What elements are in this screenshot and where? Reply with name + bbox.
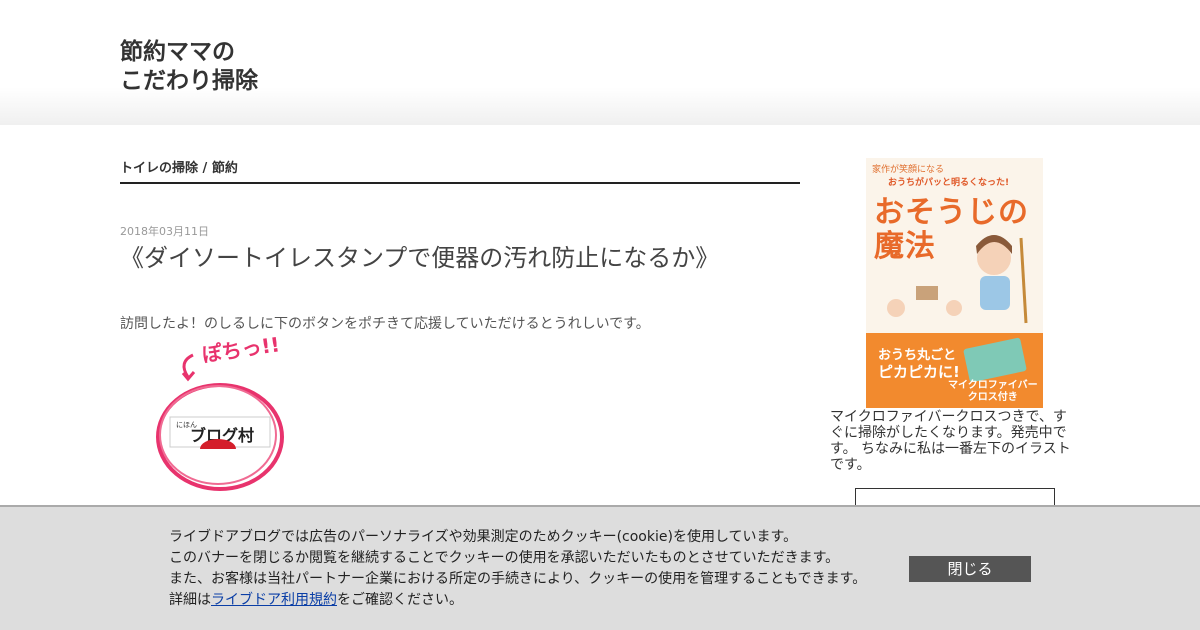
book-cover-bottom: おうち丸ごと ピカピカに! マイクロファイバー クロス付き: [866, 333, 1043, 408]
book-illustration: [887, 235, 1028, 324]
tag-link[interactable]: 節約: [212, 161, 238, 176]
book-bottom-copy: おうち丸ごと ピカピカに!: [878, 348, 960, 381]
breadcrumb-separator: /: [198, 161, 212, 176]
microfiber-cloth-image: [963, 337, 1027, 383]
pochi-text: ぽちっ!!: [200, 337, 281, 367]
cookie-banner: ライブドアブログでは広告のパーソナライズや効果測定のためクッキー(cookie)…: [0, 505, 1200, 630]
breadcrumb: トイレの掃除 / 節約: [120, 157, 238, 176]
cookie-line-1: ライブドアブログでは広告のパーソナライズや効果測定のためクッキー(cookie)…: [169, 529, 798, 545]
cookie-line-2: このバナーを閉じるか閲覧を継続することでクッキーの使用を承認いただいたものとさせ…: [169, 550, 840, 566]
terms-link[interactable]: ライブドア利用規約: [211, 592, 337, 608]
blogmura-banner[interactable]: ぽちっ!! にほん ブログ村: [148, 332, 288, 497]
illustration-body: [980, 276, 1010, 310]
book-description: マイクロファイバークロスつきで、すぐに掃除がしたくなります。発売中です。 ちなみ…: [830, 409, 1071, 473]
cookie-line-4: 詳細はライブドア利用規約をご確認ください。: [169, 592, 463, 608]
book-cover-image[interactable]: 家作が笑顔になる おうちがパッと明るくなった! おそうじの 魔法 おうち丸ごと …: [866, 158, 1043, 408]
book-cover-top: 家作が笑顔になる おうちがパッと明るくなった! おそうじの 魔法: [866, 158, 1043, 333]
site-header: 節約ママの こだわり掃除: [0, 0, 1200, 125]
mop-icon: [1019, 237, 1028, 324]
post-title[interactable]: 《ダイソートイレスタンプで便器の汚れ防止になるか》: [120, 238, 719, 273]
category-link[interactable]: トイレの掃除: [120, 161, 198, 176]
post-date: 2018年03月11日: [120, 225, 209, 238]
category-divider: [120, 182, 800, 184]
site-title-line2: こだわり掃除: [120, 68, 258, 94]
post-intro-text: 訪問したよ！のしるしに下のボタンをポチきて応援していただけるとうれしいです。: [120, 316, 650, 332]
blogmura-banner-graphic: ぽちっ!! にほん ブログ村: [156, 332, 284, 491]
cookie-line-3: また、お客様は当社パートナー企業における所定の手続きにより、クッキーの使用を管理…: [169, 571, 867, 587]
cookie-close-button[interactable]: 閉じる: [909, 556, 1031, 582]
site-title-line1: 節約ママの: [120, 39, 235, 65]
site-title-link[interactable]: 節約ママの こだわり掃除: [120, 38, 258, 96]
book-bonus-label: マイクロファイバー クロス付き: [948, 380, 1038, 403]
cookie-message: ライブドアブログでは広告のパーソナライズや効果測定のためクッキー(cookie)…: [169, 527, 866, 611]
